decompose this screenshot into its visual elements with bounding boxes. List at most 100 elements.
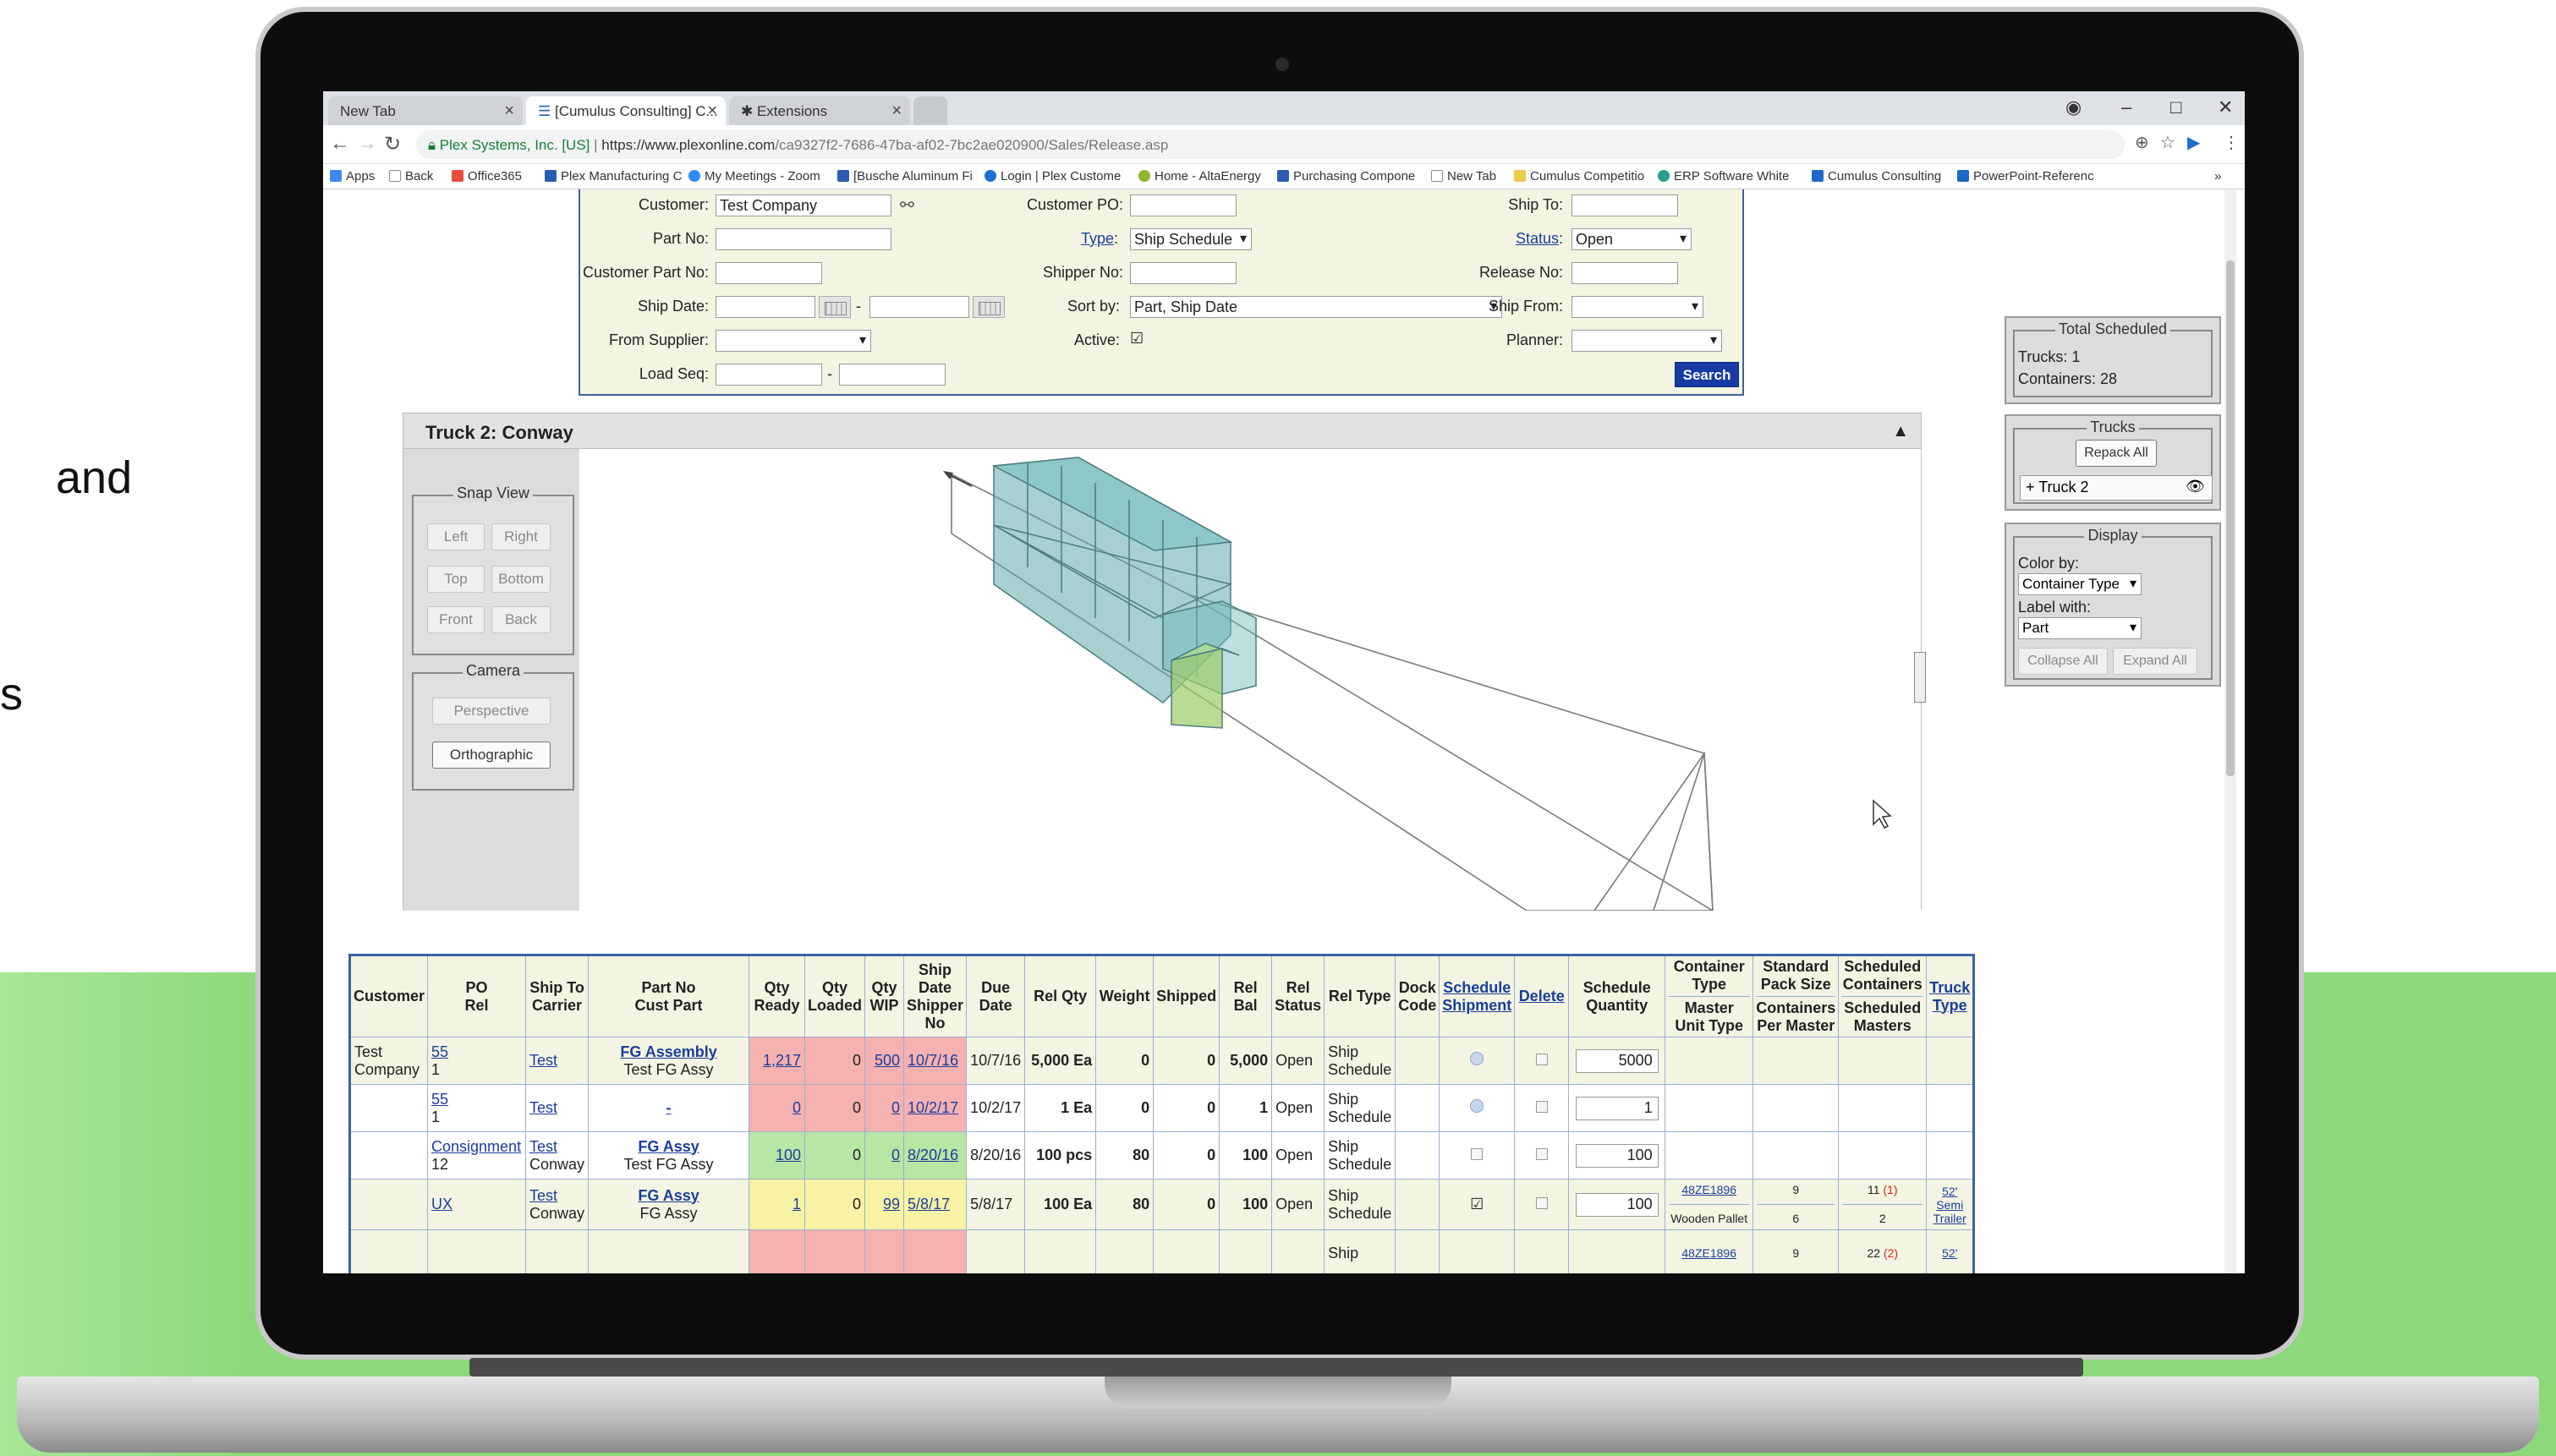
close-icon[interactable]: ×	[504, 101, 514, 121]
star-icon[interactable]: ☆	[2160, 132, 2175, 153]
zoom-icon[interactable]: ⊕	[2135, 132, 2149, 153]
cell-container-type[interactable]: 48ZE1896	[1665, 1229, 1754, 1273]
cell-schedule-shipment[interactable]: ☑	[1439, 1179, 1516, 1230]
from-supplier-select[interactable]	[716, 330, 871, 352]
delete-checkbox[interactable]	[1535, 1101, 1548, 1113]
cell-truck-type[interactable]: 52'	[1926, 1229, 1975, 1273]
cell-truck-type[interactable]: 52' Semi Trailer	[1926, 1179, 1975, 1230]
cell-qty-ready[interactable]: 0	[749, 1084, 806, 1132]
col-schedule-quantity[interactable]: Schedule Quantity	[1568, 955, 1666, 1037]
bookmark-purchasing[interactable]: Purchasing Compone	[1277, 169, 1415, 183]
cell-schedule-quantity[interactable]: 5000	[1568, 1037, 1666, 1085]
cell-part-no[interactable]: FG Assembly Test FG Assy	[588, 1037, 750, 1085]
planner-select[interactable]	[1571, 330, 1722, 352]
perspective-button[interactable]: Perspective	[432, 698, 551, 725]
ship-to-input[interactable]	[1571, 194, 1678, 216]
schedule-radio[interactable]	[1470, 1099, 1484, 1113]
vertical-scrollbar[interactable]	[2224, 189, 2236, 1273]
close-icon[interactable]: ×	[891, 101, 902, 121]
calendar-icon[interactable]	[819, 296, 851, 318]
cell-ship-to[interactable]: Test	[525, 1037, 590, 1085]
schedule-quantity-input[interactable]: 5000	[1575, 1048, 1659, 1073]
snap-right-button[interactable]: Right	[491, 523, 551, 550]
snap-back-button[interactable]: Back	[491, 606, 551, 633]
cell-qty-wip[interactable]: 500	[864, 1037, 905, 1085]
new-tab-button[interactable]	[913, 96, 947, 125]
type-link[interactable]: Type	[1081, 230, 1114, 247]
delete-checkbox[interactable]	[1535, 1197, 1548, 1209]
account-icon[interactable]: ◉	[2065, 96, 2082, 118]
ship-from-select[interactable]	[1571, 296, 1703, 318]
schedule-quantity-input[interactable]: 1	[1575, 1096, 1659, 1120]
calendar-icon[interactable]	[973, 296, 1005, 318]
delete-checkbox[interactable]	[1535, 1054, 1548, 1065]
col-ship-date[interactable]: Ship Date Shipper No	[903, 955, 968, 1037]
bookmark-office365[interactable]: Office365	[452, 169, 522, 183]
col-rel-qty[interactable]: Rel Qty	[1024, 955, 1097, 1037]
cell-po-rel[interactable]: UX	[427, 1179, 527, 1230]
ship-date-from-input[interactable]	[716, 296, 815, 318]
bookmark-cumulus-competition[interactable]: Cumulus Competitio	[1514, 169, 1644, 183]
orthographic-button[interactable]: Orthographic	[432, 742, 551, 769]
col-po-rel[interactable]: PO Rel	[427, 955, 527, 1037]
close-window-button[interactable]: ✕	[2218, 96, 2233, 118]
release-no-input[interactable]	[1571, 262, 1678, 284]
snap-top-button[interactable]: Top	[427, 566, 485, 593]
minimize-button[interactable]: –	[2121, 96, 2131, 118]
schedule-quantity-input[interactable]: 100	[1575, 1192, 1659, 1217]
cell-schedule-quantity[interactable]: 100	[1568, 1179, 1666, 1230]
bookmark-busche[interactable]: [Busche Aluminum Fi	[837, 169, 973, 183]
cell-ship-date[interactable]: 10/7/16	[903, 1037, 968, 1085]
truck-header[interactable]: Truck 2: Conway ▲	[403, 413, 1921, 449]
col-customer[interactable]: Customer	[348, 955, 429, 1037]
truck-list-item[interactable]: + Truck 2 👁︎	[2020, 475, 2213, 501]
col-dock-code[interactable]: Dock Code	[1395, 955, 1440, 1037]
bookmark-zoom[interactable]: My Meetings - Zoom	[688, 169, 820, 183]
bookmark-back[interactable]: Back	[389, 169, 433, 183]
schedule-quantity-input[interactable]: 100	[1575, 1143, 1659, 1168]
cell-delete[interactable]	[1514, 1084, 1570, 1132]
col-qty-loaded[interactable]: Qty Loaded	[804, 955, 866, 1037]
col-container-type[interactable]: Container Type Master Unit Type	[1665, 955, 1754, 1037]
right-panel-toggle[interactable]	[1914, 652, 1926, 703]
scrollbar-thumb[interactable]	[2226, 260, 2235, 776]
label-with-select[interactable]: Part	[2018, 617, 2142, 639]
col-rel-status[interactable]: Rel Status	[1271, 955, 1325, 1037]
forward-icon[interactable]: →	[357, 132, 377, 156]
cell-po-rel[interactable]: 55 1	[427, 1084, 527, 1132]
status-link[interactable]: Status	[1516, 230, 1559, 247]
col-truck-type[interactable]: Truck Type	[1926, 955, 1975, 1037]
col-schedule-shipment[interactable]: Schedule Shipment	[1439, 955, 1516, 1037]
cell-ship-to[interactable]: Test Conway	[525, 1179, 590, 1230]
cell-ship-to[interactable]: Test Conway	[525, 1131, 590, 1180]
tab-new-tab[interactable]: New Tab ×	[328, 96, 523, 125]
cell-delete[interactable]	[1514, 1179, 1570, 1230]
binoculars-icon[interactable]: ⚯	[900, 194, 914, 216]
cell-part-no[interactable]: FG Assy Test FG Assy	[588, 1131, 750, 1180]
cell-qty-wip[interactable]: 0	[864, 1131, 905, 1180]
cell-qty-wip[interactable]: 0	[864, 1084, 905, 1132]
3d-truck-viewport[interactable]	[579, 449, 1926, 911]
expand-all-button[interactable]: Expand All	[2113, 648, 2197, 675]
schedule-radio[interactable]	[1470, 1052, 1484, 1065]
collapse-icon[interactable]: ▲	[1892, 422, 1909, 441]
snap-front-button[interactable]: Front	[427, 606, 485, 633]
cell-qty-ready[interactable]: 100	[749, 1131, 806, 1180]
close-icon[interactable]: ×	[707, 101, 717, 121]
cell-part-no[interactable]: -	[588, 1084, 750, 1132]
delete-checkbox[interactable]	[1535, 1148, 1548, 1160]
cell-ship-date[interactable]: 8/20/16	[903, 1131, 968, 1180]
maximize-button[interactable]: □	[2170, 96, 2181, 118]
schedule-checkbox[interactable]	[1471, 1148, 1484, 1160]
cell-delete[interactable]	[1514, 1037, 1570, 1085]
shipper-no-input[interactable]	[1130, 262, 1237, 284]
col-qty-ready[interactable]: Qty Ready	[749, 955, 806, 1037]
col-rel-type[interactable]: Rel Type	[1324, 955, 1396, 1037]
col-scheduled-containers[interactable]: Scheduled Containers Scheduled Masters	[1838, 955, 1928, 1037]
cell-delete[interactable]	[1514, 1131, 1570, 1180]
col-standard-pack-size[interactable]: Standard Pack Size Containers Per Master	[1752, 955, 1840, 1037]
cell-schedule-quantity[interactable]: 1	[1568, 1084, 1666, 1132]
cell-qty-ready[interactable]: 1,217	[749, 1037, 806, 1085]
back-icon[interactable]: ←	[330, 132, 350, 156]
col-qty-wip[interactable]: Qty WIP	[864, 955, 905, 1037]
